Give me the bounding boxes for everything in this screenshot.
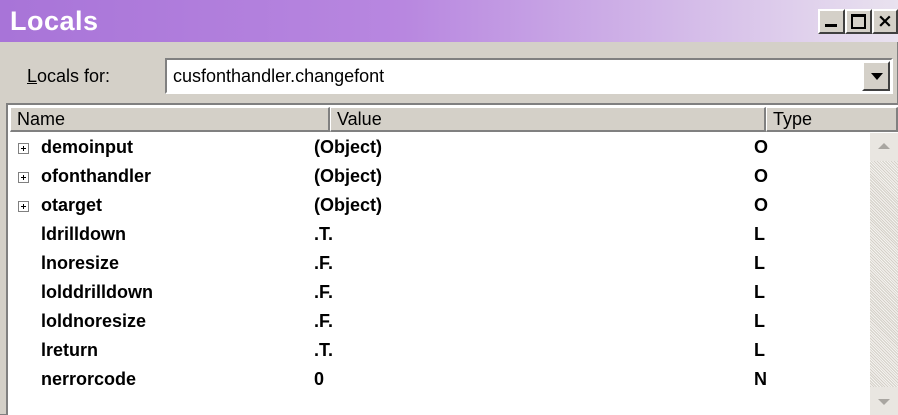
cell-value: .F.	[314, 311, 334, 331]
column-header-value[interactable]: Value	[330, 107, 766, 132]
minimize-icon	[820, 11, 843, 32]
locals-window: Locals × Locals for: cusfonthandler.chan…	[0, 0, 898, 415]
cell-value: 0	[314, 369, 325, 389]
table-row[interactable]: demoinput (Object) O	[8, 135, 870, 164]
cell-name: lreturn	[41, 340, 99, 360]
chevron-down-icon	[871, 73, 883, 80]
maximize-button[interactable]	[845, 9, 872, 34]
cell-name: demoinput	[41, 137, 133, 157]
cell-value: .T.	[314, 224, 334, 244]
cell-value: (Object)	[314, 166, 383, 186]
expand-icon[interactable]	[18, 201, 29, 212]
cell-type: O	[754, 137, 769, 157]
cell-type: L	[754, 311, 765, 331]
cell-type: O	[754, 195, 769, 215]
column-header-name[interactable]: Name	[10, 107, 330, 132]
close-button[interactable]: ×	[872, 9, 898, 34]
scroll-up-button[interactable]	[870, 133, 898, 161]
cell-name: loldnoresize	[41, 311, 147, 331]
column-header-type[interactable]: Type	[766, 107, 898, 132]
scroll-up-icon	[878, 143, 890, 149]
table-row[interactable]: loldnoresize .F. L	[8, 309, 870, 338]
cell-value: .F.	[314, 282, 334, 302]
close-icon: ×	[877, 10, 893, 32]
cell-name: lolddrilldown	[41, 282, 153, 302]
cell-name: ofonthandler	[41, 166, 151, 186]
table-row[interactable]: lreturn .T. L	[8, 338, 870, 367]
table-row[interactable]: ofonthandler (Object) O	[8, 164, 870, 193]
window-title: Locals	[10, 6, 99, 36]
minimize-button[interactable]	[818, 9, 845, 34]
cell-name: ldrilldown	[41, 224, 126, 244]
cell-value: (Object)	[314, 195, 383, 215]
expand-icon[interactable]	[18, 143, 29, 154]
locals-for-label: Locals for:	[27, 66, 111, 86]
title-bar[interactable]: Locals ×	[0, 0, 898, 42]
maximize-icon	[847, 11, 870, 32]
scroll-down-icon	[878, 399, 890, 405]
table-row[interactable]: lolddrilldown .F. L	[8, 280, 870, 309]
expand-icon[interactable]	[18, 172, 29, 183]
cell-type: L	[754, 253, 765, 273]
table-row[interactable]: lnoresize .F. L	[8, 251, 870, 280]
locals-for-dropdown[interactable]: cusfonthandler.changefont	[165, 58, 893, 94]
locals-list[interactable]: Name Value Type demoinput (Object) Oofonth…	[6, 103, 898, 415]
cell-name: lnoresize	[41, 253, 120, 273]
cell-type: L	[754, 224, 765, 244]
cell-value: (Object)	[314, 137, 383, 157]
dropdown-button[interactable]	[862, 61, 890, 91]
cell-type: L	[754, 340, 765, 360]
cell-name: nerrorcode	[41, 369, 137, 389]
cell-type: L	[754, 282, 765, 302]
cell-type: N	[754, 369, 767, 389]
locals-for-selected-value: cusfonthandler.changefont	[173, 66, 385, 86]
cell-type: O	[754, 166, 769, 186]
table-row[interactable]: ldrilldown .T. L	[8, 222, 870, 251]
scroll-down-button[interactable]	[870, 387, 898, 415]
cell-value: .F.	[314, 253, 334, 273]
cell-value: .T.	[314, 340, 334, 360]
table-row[interactable]: otarget (Object) O	[8, 193, 870, 222]
vertical-scrollbar[interactable]	[870, 133, 898, 415]
cell-name: otarget	[41, 195, 103, 215]
table-row[interactable]: nerrorcode 0 N	[8, 367, 870, 396]
